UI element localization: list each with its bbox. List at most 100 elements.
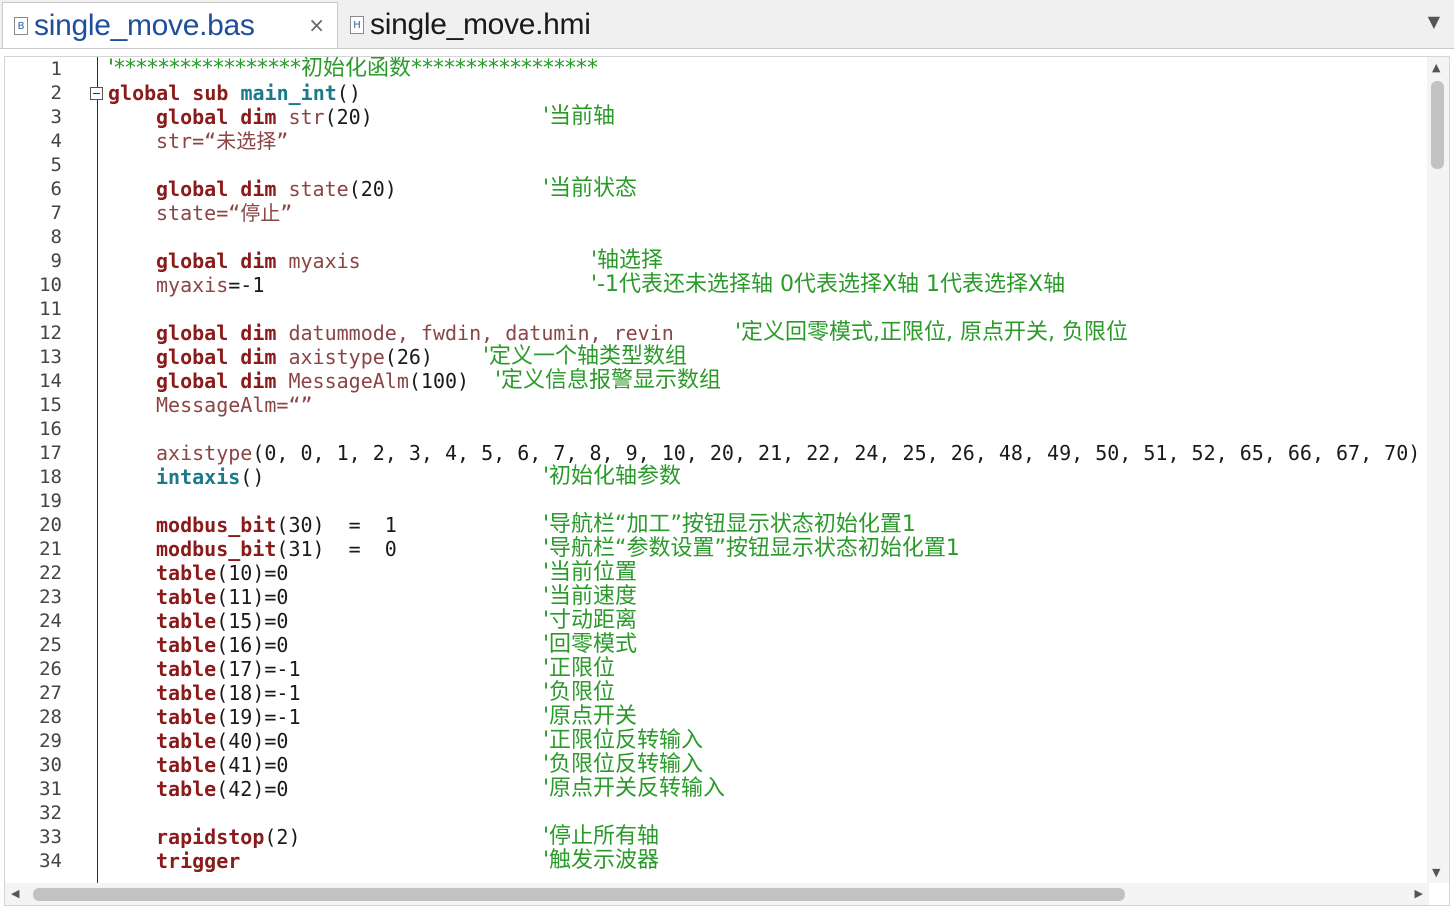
keyword: dim (240, 369, 277, 393)
code-comment: '负限位反转输入 (543, 752, 704, 777)
code-line: modbus_bit(30) = 1 (156, 513, 397, 537)
line-number: 25 (39, 634, 62, 656)
code-comment: '当前轴 (543, 104, 616, 129)
identifier: datummode, fwdin, datumin, revin (288, 321, 674, 345)
tab-single-move-bas[interactable]: B single_move.bas × (2, 2, 338, 48)
keyword: global (156, 321, 229, 345)
identifier: str (156, 129, 193, 153)
code-comment: '正限位反转输入 (543, 728, 704, 753)
horizontal-scrollbar[interactable]: ◀ ▶ (5, 883, 1429, 905)
line-number: 4 (50, 130, 62, 152)
code-text: (16)=0 (216, 633, 289, 657)
code-line: myaxis=-1 (156, 273, 264, 297)
horizontal-scroll-thumb[interactable] (33, 888, 1125, 901)
identifier: myaxis (156, 273, 229, 297)
line-number: 9 (50, 250, 62, 272)
code-text: (17)=-1 (216, 657, 301, 681)
keyword: table (156, 561, 217, 585)
code-line: table(15)=0 (156, 609, 288, 633)
code-editor[interactable]: 1 2 3 4 5 6 7 8 9 10 11 12 13 14 15 16 17 18 19 20 21 22 23 24 2… (4, 56, 1450, 906)
line-number: 18 (39, 466, 62, 488)
close-tab-icon[interactable]: × (308, 13, 325, 37)
keyword: table (156, 681, 217, 705)
vertical-scrollbar[interactable]: ▲ ▼ (1427, 57, 1449, 883)
code-comment: '负限位 (543, 680, 616, 705)
code-text: (42)=0 (216, 777, 289, 801)
line-number: 5 (50, 154, 62, 176)
code-text: (11)=0 (216, 585, 289, 609)
identifier: MessageAlm (156, 393, 277, 417)
keyword: dim (240, 177, 277, 201)
scroll-left-icon[interactable]: ◀ (11, 887, 19, 900)
code-comment: '原点开关反转输入 (543, 776, 726, 801)
code-line: table(41)=0 (156, 753, 288, 777)
identifier: axistype (288, 345, 385, 369)
keyword: dim (240, 345, 277, 369)
keyword: table (156, 585, 217, 609)
hmi-file-icon: H (350, 16, 364, 34)
line-number: 17 (39, 442, 62, 464)
string-literal: =“” (276, 393, 313, 417)
line-number: 26 (39, 658, 62, 680)
identifier: myaxis (288, 249, 361, 273)
line-number: 21 (39, 538, 62, 560)
code-comment: '轴选择 (591, 248, 664, 273)
line-number: 27 (39, 682, 62, 704)
keyword: global (156, 177, 229, 201)
code-comment: '*****************初始化函数***************** (108, 56, 599, 81)
code-text: (100) (408, 369, 470, 393)
scroll-right-icon[interactable]: ▶ (1415, 887, 1423, 900)
code-text: (15)=0 (216, 609, 289, 633)
code-comment: '当前状态 (543, 176, 638, 201)
string-literal: =“未选择” (192, 129, 289, 153)
scroll-up-icon[interactable]: ▲ (1432, 61, 1440, 74)
code-text: (20) (324, 105, 373, 129)
code-comment: '寸动距离 (543, 608, 638, 633)
keyword: global (108, 81, 181, 105)
code-line: table(40)=0 (156, 729, 288, 753)
code-comment: '当前位置 (543, 560, 638, 585)
keyword: dim (240, 321, 277, 345)
code-text: (31) = 0 (276, 537, 397, 561)
code-line: global dim myaxis (156, 249, 361, 273)
keyword: table (156, 777, 217, 801)
line-number: 12 (39, 322, 62, 344)
line-number: 3 (50, 106, 62, 128)
line-number: 16 (39, 418, 62, 440)
code-line: rapidstop(2) (156, 825, 301, 849)
vertical-scroll-thumb[interactable] (1431, 81, 1444, 169)
keyword: global (156, 249, 229, 273)
identifier: MessageAlm (288, 369, 409, 393)
line-number-gutter: 1 2 3 4 5 6 7 8 9 10 11 12 13 14 15 16 17 18 19 20 21 22 23 24 2… (5, 57, 98, 905)
line-number: 30 (39, 754, 62, 776)
code-area[interactable]: '*****************初始化函数*****************… (108, 56, 1420, 905)
tab-single-move-hmi[interactable]: H single_move.hmi (340, 2, 640, 48)
code-comment: '定义回零模式,正限位, 原点开关, 负限位 (735, 320, 1129, 345)
line-number: 8 (50, 226, 62, 248)
line-number: 31 (39, 778, 62, 800)
code-line: global sub main_int() (108, 81, 361, 105)
code-comment: '导航栏“加工”按钮显示状态初始化置1 (543, 512, 916, 537)
scroll-down-icon[interactable]: ▼ (1432, 866, 1440, 879)
code-line: trigger (156, 849, 240, 873)
tab-bar: B single_move.bas × H single_move.hmi ▼ (0, 0, 1454, 49)
line-number: 1 (50, 58, 62, 80)
keyword: table (156, 729, 217, 753)
tab-list-dropdown-icon[interactable]: ▼ (1428, 12, 1440, 31)
code-text: =-1 (228, 273, 265, 297)
line-number: 22 (39, 562, 62, 584)
keyword: table (156, 705, 217, 729)
code-line: global dim axistype(26) (156, 345, 433, 369)
code-line: global dim MessageAlm(100) (156, 369, 469, 393)
code-line: table(19)=-1 (156, 705, 301, 729)
keyword: table (156, 657, 217, 681)
string-literal: =“停止” (216, 201, 293, 225)
function-name: intaxis (156, 465, 241, 489)
line-number: 6 (50, 178, 62, 200)
code-line: axistype(0, 0, 1, 2, 3, 4, 5, 6, 7, 8, 9… (156, 441, 1420, 465)
line-number: 34 (39, 850, 62, 872)
code-comment: '当前速度 (543, 584, 638, 609)
fold-collapse-icon[interactable] (90, 87, 103, 100)
code-comment: '导航栏“参数设置”按钮显示状态初始化置1 (543, 536, 960, 561)
code-line: table(42)=0 (156, 777, 288, 801)
